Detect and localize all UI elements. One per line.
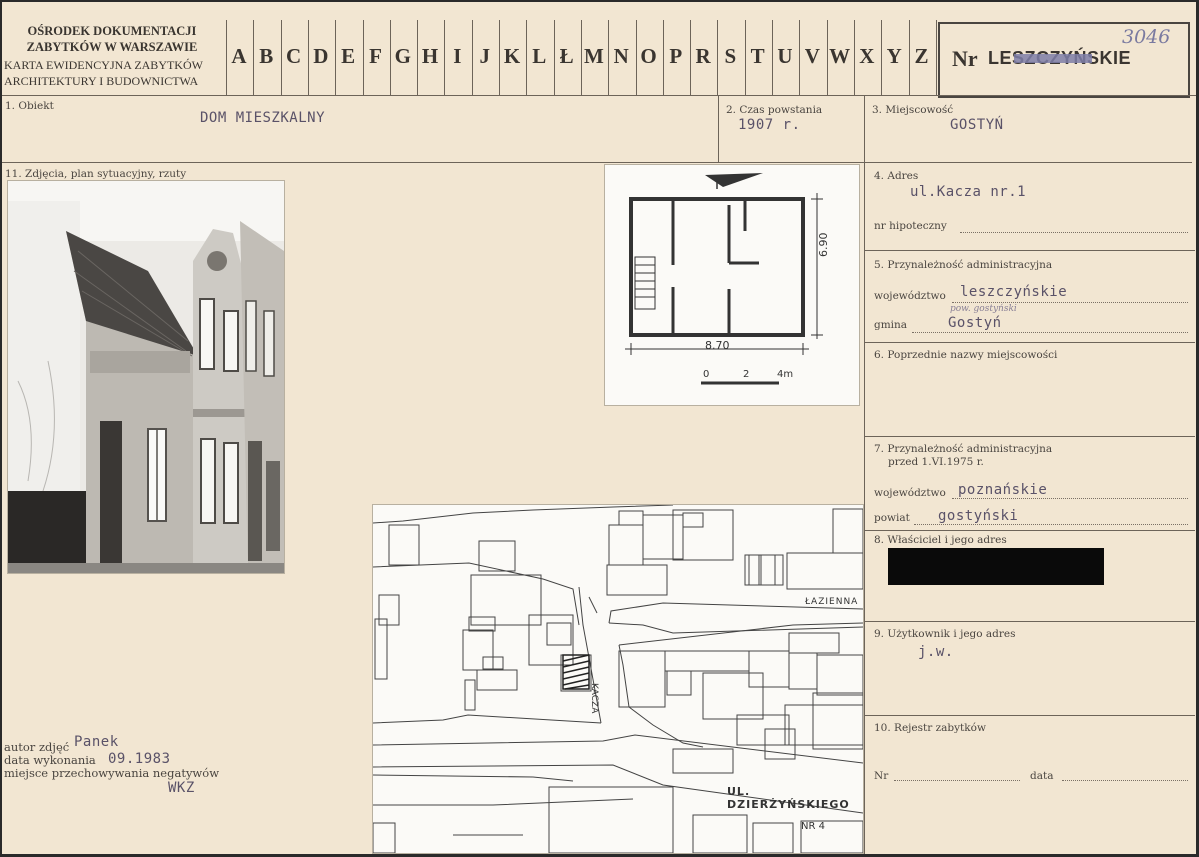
index-letter: A: [231, 44, 247, 68]
index-letter: R: [695, 44, 711, 68]
przynaleznosc-old-label-1: 7. Przynależność administracyjna: [874, 443, 1053, 455]
rejestr-label: 10. Rejestr zabytków: [874, 722, 986, 734]
index-letter: B: [259, 44, 274, 68]
miejscowosc-label: 3. Miejscowość: [872, 104, 954, 116]
site-map: ŁAZIENNA KACZA UL. DZIERŻYŃSKIEGO NR 4: [372, 504, 864, 854]
nr-label: Nr: [952, 46, 978, 71]
obiekt-label: 1. Obiekt: [5, 100, 54, 112]
index-letter: S: [724, 44, 737, 68]
nr-strikeout: [1014, 54, 1092, 63]
index-letter: I: [453, 44, 462, 68]
powiat-value: gostyński: [938, 508, 1019, 524]
map-nr-label: NR 4: [801, 821, 825, 832]
poprzednie-label: 6. Poprzednie nazwy miejscowości: [874, 349, 1058, 361]
card-type-line1: KARTA EWIDENCYJNA ZABYTKÓW: [4, 58, 203, 72]
index-letter: D: [313, 44, 329, 68]
wojewodztwo-old-label: województwo: [874, 487, 946, 499]
plan-width-label: 8.70: [705, 339, 730, 352]
index-letter: U: [777, 44, 793, 68]
czas-label: 2. Czas powstania: [726, 104, 823, 116]
plan-depth-label: 6.90: [817, 232, 830, 258]
index-letter: H: [421, 44, 439, 68]
obiekt-value: DOM MIESZKALNY: [200, 110, 326, 126]
owner-redaction: [888, 548, 1104, 585]
floor-plan: 8.70 6.90 0 2 4m: [604, 164, 860, 406]
index-letter: J: [479, 44, 490, 68]
wojewodztwo-value: leszczyńskie: [960, 284, 1068, 300]
index-letter: O: [640, 44, 657, 68]
index-letter: Z: [914, 44, 929, 68]
index-letter: X: [859, 44, 875, 68]
index-letter: C: [286, 44, 302, 68]
object-hatch: [562, 654, 590, 690]
index-letter: Ł: [559, 44, 574, 68]
org-name-line2: ZABYTKÓW W WARSZAWIE: [26, 40, 198, 54]
wlasciciel-label: 8. Właściciel i jego adres: [874, 534, 1007, 546]
scale-tick-0: 0: [703, 369, 710, 380]
inventory-card: OŚRODEK DOKUMENTACJI ZABYTKÓW W WARSZAWI…: [2, 2, 1196, 854]
index-letter: F: [369, 44, 382, 68]
card-type-line2: ARCHITEKTURY I BUDOWNICTWA: [4, 74, 199, 88]
wojewodztwo-old-value: poznańskie: [958, 482, 1048, 498]
adres-label: 4. Adres: [874, 170, 919, 182]
data-label: data wykonania: [4, 753, 96, 767]
autor-label: autor zdjęć: [4, 740, 70, 754]
index-letter: M: [583, 44, 604, 68]
miejscowosc-value: GOSTYŃ: [950, 117, 1004, 133]
index-letter: G: [394, 44, 411, 68]
hipoteczny-label: nr hipoteczny: [874, 220, 947, 232]
autor-value: Panek: [74, 734, 119, 750]
index-letter: K: [503, 44, 521, 68]
index-letter: V: [804, 44, 820, 68]
index-letter: N: [613, 44, 629, 68]
rejestr-nr-label: Nr: [874, 770, 889, 782]
zdjecia-label: 11. Zdjęcia, plan sytuacyjny, rzuty: [5, 168, 187, 180]
scale-tick-2: 2: [743, 369, 750, 380]
index-letter: P: [669, 44, 683, 68]
uzytkownik-value: j.w.: [918, 644, 954, 660]
powiat-label: powiat: [874, 512, 910, 524]
nr-handwritten: 3046: [1122, 26, 1171, 48]
adres-value: ul.Kacza nr.1: [910, 184, 1027, 200]
building-photo-image: [8, 181, 284, 573]
scale-tick-4m: 4m: [777, 369, 794, 380]
index-letter: W: [829, 44, 851, 68]
gmina-label: gmina: [874, 319, 908, 331]
uzytkownik-label: 9. Użytkownik i jego adres: [874, 628, 1016, 640]
przynaleznosc-label: 5. Przynależność administracyjna: [874, 259, 1053, 271]
street-lazienna: ŁAZIENNA: [805, 597, 859, 607]
building-photo: [7, 180, 285, 574]
miejsce-value: WKZ: [168, 780, 195, 796]
pow-note: pow. gostyński: [950, 304, 1017, 314]
header-bottom-line: [2, 95, 1196, 96]
gmina-value: Gostyń: [948, 315, 1002, 331]
org-name-line1: OŚRODEK DOKUMENTACJI: [27, 24, 197, 38]
rejestr-data-label: data: [1030, 770, 1054, 782]
street-dzierzynskiego: UL. DZIERŻYŃSKIEGO: [727, 785, 850, 811]
index-letter: L: [532, 44, 547, 68]
wojewodztwo-label: województwo: [874, 290, 946, 302]
floor-plan-drawing: [625, 173, 823, 385]
index-letter: E: [341, 44, 356, 68]
street-kacza: KACZA: [589, 683, 599, 714]
czas-value: 1907 r.: [738, 117, 801, 133]
index-letter: T: [750, 44, 765, 68]
data-value: 09.1983: [108, 751, 171, 767]
przynaleznosc-old-label-2: przed 1.VI.1975 r.: [888, 456, 984, 468]
miejsce-label: miejsce przechowywania negatywów: [4, 766, 220, 780]
index-letter: Y: [886, 44, 902, 68]
